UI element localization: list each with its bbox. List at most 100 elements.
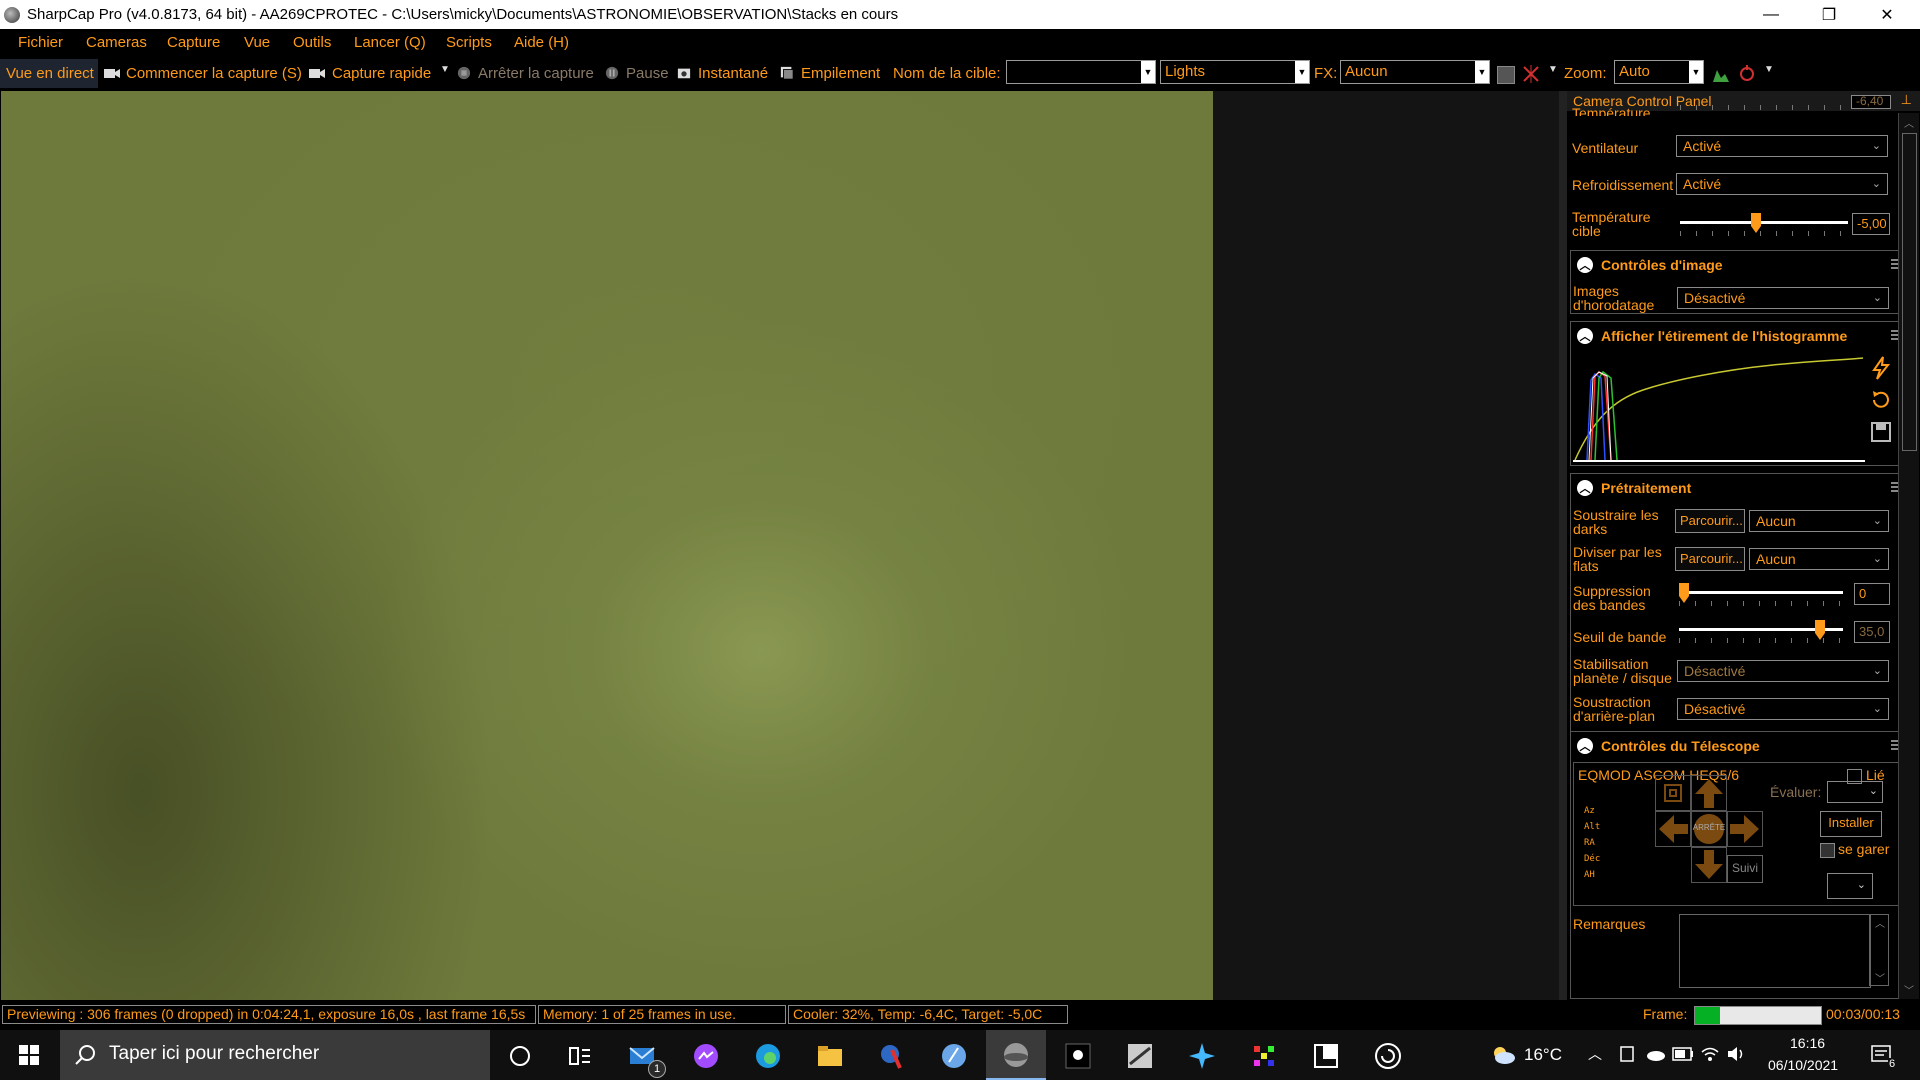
weather-cloud-icon[interactable] bbox=[1490, 1044, 1516, 1066]
edge-browser-icon[interactable] bbox=[754, 1042, 782, 1070]
tracking-rate-select[interactable]: ⌄ bbox=[1827, 873, 1873, 899]
task-view-icon[interactable] bbox=[566, 1042, 594, 1070]
chevron-down-icon[interactable]: ▼ bbox=[1141, 61, 1155, 83]
onedrive-cloud-icon[interactable] bbox=[1644, 1046, 1666, 1062]
chevron-down-icon[interactable]: ▼ bbox=[1689, 61, 1703, 83]
target-temperature-slider[interactable] bbox=[1680, 213, 1848, 236]
menu-view[interactable]: Vue bbox=[244, 34, 270, 51]
battery-icon[interactable] bbox=[1672, 1047, 1694, 1061]
slider-thumb[interactable] bbox=[1679, 583, 1689, 603]
scrollbar-thumb[interactable] bbox=[1902, 133, 1917, 451]
histogram-chart[interactable] bbox=[1573, 350, 1865, 462]
background-select[interactable]: Désactivé ⌄ bbox=[1677, 698, 1889, 720]
camera-preview-image[interactable] bbox=[1, 91, 1213, 1000]
darks-select[interactable]: Aucun ⌄ bbox=[1749, 510, 1889, 532]
flats-browse-button[interactable]: Parcourir... bbox=[1675, 547, 1745, 571]
stacking-button[interactable]: Empilement bbox=[801, 65, 880, 82]
menu-run[interactable]: Lancer (Q) bbox=[354, 34, 426, 51]
menu-file[interactable]: Fichier bbox=[18, 34, 63, 51]
banding-threshold-value[interactable]: 35,0 bbox=[1854, 621, 1890, 643]
stellarium-icon[interactable] bbox=[940, 1042, 968, 1070]
collapse-icon[interactable]: ︿ bbox=[1577, 257, 1593, 273]
sharpcap-taskbar-button[interactable] bbox=[986, 1030, 1046, 1080]
banding-suppression-slider[interactable] bbox=[1679, 583, 1843, 606]
file-explorer-icon[interactable] bbox=[816, 1042, 844, 1070]
windows-start-icon[interactable] bbox=[19, 1045, 39, 1065]
rate-select[interactable]: ⌄ bbox=[1827, 781, 1883, 803]
reset-stretch-icon[interactable] bbox=[1869, 388, 1893, 412]
timestamp-select[interactable]: Désactivé ⌄ bbox=[1677, 287, 1889, 309]
pause-button[interactable]: Pause bbox=[626, 65, 669, 82]
slew-target-button[interactable] bbox=[1655, 775, 1691, 811]
telescope-header[interactable]: ︿ Contrôles du Télescope bbox=[1571, 732, 1913, 760]
menu-help[interactable]: Aide (H) bbox=[514, 34, 569, 51]
frame-type-select[interactable]: Lights ▼ bbox=[1160, 60, 1310, 84]
save-stretch-icon[interactable] bbox=[1869, 420, 1893, 444]
clock-time[interactable]: 16:16 bbox=[1790, 1035, 1825, 1051]
volume-icon[interactable] bbox=[1726, 1045, 1746, 1063]
park-checkbox[interactable] bbox=[1820, 843, 1835, 858]
darks-browse-button[interactable]: Parcourir... bbox=[1675, 509, 1745, 533]
slew-north-button[interactable] bbox=[1691, 775, 1727, 811]
preprocessing-header[interactable]: ︿ Prétraitement bbox=[1571, 474, 1913, 502]
reticle-toggle-icon[interactable] bbox=[1497, 66, 1515, 84]
window-layout-icon[interactable] bbox=[1312, 1042, 1340, 1070]
scroll-down-icon[interactable]: ﹀ bbox=[1904, 982, 1914, 997]
menu-capture[interactable]: Capture bbox=[167, 34, 220, 51]
stabilization-select[interactable]: Désactivé ⌄ bbox=[1677, 660, 1889, 682]
menu-scripts[interactable]: Scripts bbox=[446, 34, 492, 51]
cooling-select[interactable]: Activé ⌄ bbox=[1676, 173, 1888, 195]
paint-app-icon[interactable] bbox=[878, 1042, 906, 1070]
close-button[interactable]: ✕ bbox=[1858, 0, 1916, 29]
start-capture-button[interactable]: Commencer la capture (S) bbox=[126, 65, 302, 82]
restore-button[interactable]: ❐ bbox=[1800, 0, 1858, 29]
histogram-header[interactable]: ︿ Afficher l'étirement de l'histogramme bbox=[1571, 322, 1913, 350]
scroll-up-icon[interactable]: ︿ bbox=[1875, 915, 1885, 930]
chevron-down-icon[interactable]: ▼ bbox=[1475, 61, 1489, 83]
panel-splitter[interactable] bbox=[1559, 91, 1567, 1000]
panel-scrollbar[interactable]: ︿ ﹀ bbox=[1898, 113, 1919, 999]
device-icon[interactable] bbox=[1618, 1045, 1636, 1063]
phd2-guiding-icon[interactable] bbox=[1250, 1042, 1278, 1070]
pin-icon[interactable]: ⊥ bbox=[1901, 92, 1912, 108]
stop-slew-button[interactable]: ARRÊTE bbox=[1691, 811, 1727, 847]
install-button[interactable]: Installer bbox=[1820, 811, 1882, 837]
target-settings-icon[interactable] bbox=[1738, 65, 1756, 83]
snapshot-button[interactable]: Instantané bbox=[698, 65, 768, 82]
target-name-input[interactable]: ▼ bbox=[1006, 60, 1156, 84]
fx-select[interactable]: Aucun ▼ bbox=[1340, 60, 1490, 84]
collapse-icon[interactable]: ︿ bbox=[1577, 480, 1593, 496]
nina-app-icon[interactable] bbox=[1064, 1042, 1092, 1070]
slew-east-button[interactable] bbox=[1727, 811, 1763, 847]
collapse-icon[interactable]: ︿ bbox=[1577, 738, 1593, 754]
slider-thumb[interactable] bbox=[1751, 213, 1761, 233]
zoom-select[interactable]: Auto ▼ bbox=[1614, 60, 1704, 84]
crosshair-icon[interactable] bbox=[1522, 65, 1540, 83]
weather-temperature[interactable]: 16°C bbox=[1524, 1045, 1562, 1065]
crosshair-dropdown-icon[interactable]: ▼ bbox=[1548, 64, 1558, 75]
cortana-icon[interactable] bbox=[506, 1042, 534, 1070]
slider-thumb[interactable] bbox=[1815, 620, 1825, 640]
chevron-down-icon[interactable]: ▼ bbox=[1295, 61, 1309, 83]
menu-tools[interactable]: Outils bbox=[293, 34, 331, 51]
live-view-button[interactable]: Vue en direct bbox=[0, 59, 98, 88]
notes-scrollbar[interactable]: ︿ ﹀ bbox=[1869, 914, 1889, 986]
slew-west-button[interactable] bbox=[1655, 811, 1691, 847]
stop-capture-button[interactable]: Arrêter la capture bbox=[478, 65, 594, 82]
image-controls-header[interactable]: ︿ Contrôles d'image bbox=[1571, 251, 1913, 279]
collapse-icon[interactable]: ︿ bbox=[1577, 328, 1593, 344]
menu-cameras[interactable]: Cameras bbox=[86, 34, 147, 51]
quick-capture-dropdown-icon[interactable]: ▼ bbox=[440, 64, 450, 75]
histogram-mini-icon[interactable] bbox=[1712, 65, 1730, 83]
messenger-icon[interactable] bbox=[692, 1042, 720, 1070]
wifi-icon[interactable] bbox=[1700, 1045, 1720, 1063]
fan-select[interactable]: Activé ⌄ bbox=[1676, 135, 1888, 157]
banding-threshold-slider[interactable] bbox=[1679, 620, 1843, 643]
scroll-down-icon[interactable]: ﹀ bbox=[1875, 970, 1885, 985]
tray-overflow-chevron-icon[interactable]: ︿ bbox=[1588, 1044, 1602, 1064]
banding-suppression-value[interactable]: 0 bbox=[1854, 583, 1890, 605]
star-tool-icon[interactable] bbox=[1188, 1042, 1216, 1070]
spiral-app-icon[interactable] bbox=[1374, 1042, 1402, 1070]
target-temperature-value[interactable]: -5,00 bbox=[1852, 213, 1890, 235]
quick-capture-button[interactable]: Capture rapide bbox=[332, 65, 431, 82]
